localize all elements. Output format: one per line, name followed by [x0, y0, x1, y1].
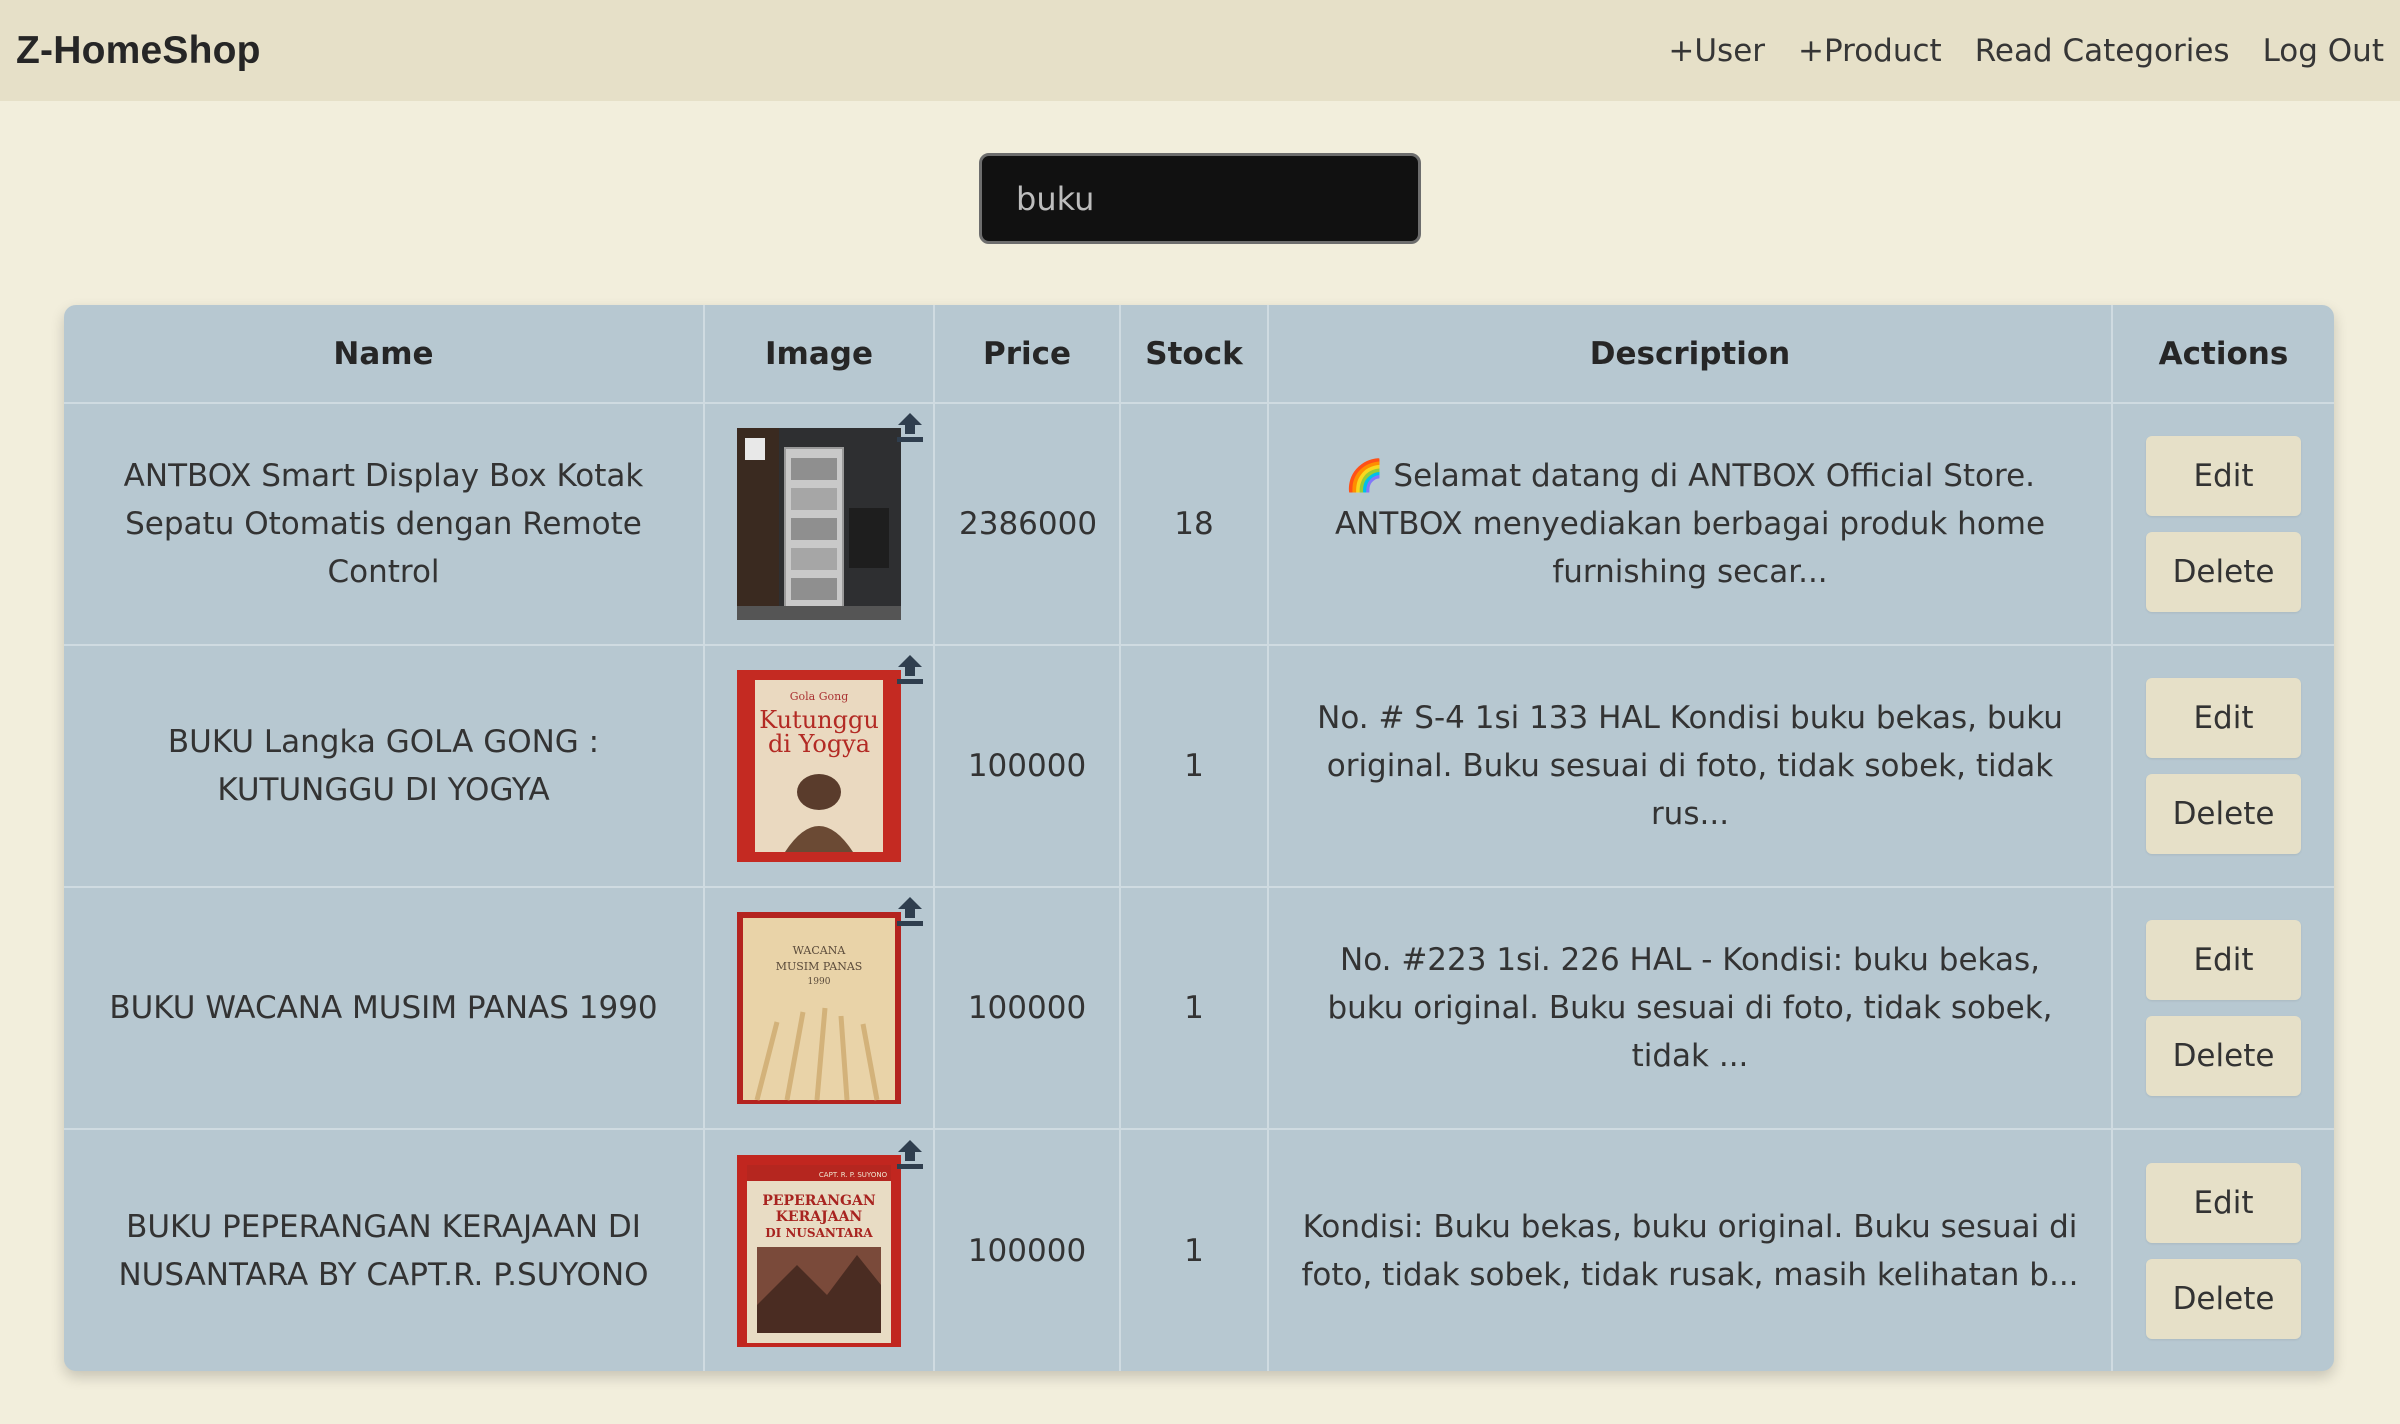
table-header-row: Name Image Price Stock Description Actio… — [64, 305, 2334, 404]
book-author-text: CAPT. R. P. SUYONO — [819, 1171, 888, 1179]
upload-icon[interactable] — [893, 894, 927, 930]
product-image-cell: Gola Gong Kutunggu di Yogya — [703, 644, 935, 888]
book-cover-photo: WACANA MUSIM PANAS 1990 — [737, 912, 901, 1104]
description-text: Kondisi: Buku bekas, buku original. Buku… — [1301, 1208, 2079, 1293]
product-price: 100000 — [933, 886, 1121, 1130]
delete-button[interactable]: Delete — [2146, 774, 2301, 854]
upload-icon[interactable] — [893, 652, 927, 688]
product-image: Gola Gong Kutunggu di Yogya — [737, 655, 923, 862]
edit-button[interactable]: Edit — [2146, 678, 2301, 758]
product-name: BUKU PEPERANGAN KERAJAAN DI NUSANTARA BY… — [64, 1128, 705, 1371]
header-description: Description — [1267, 305, 2113, 404]
product-image — [737, 413, 923, 620]
book-title-line-3: DI NUSANTARA — [765, 1226, 873, 1240]
product-actions: Edit Delete — [2111, 886, 2334, 1130]
product-stock: 1 — [1119, 1128, 1269, 1371]
product-description: No. #223 1si. 226 HAL - Kondisi: buku be… — [1267, 886, 2113, 1130]
product-stock: 1 — [1119, 644, 1269, 888]
header-image: Image — [703, 305, 935, 404]
product-actions: Edit Delete — [2111, 644, 2334, 888]
product-image: CAPT. R. P. SUYONO PEPERANGAN KERAJAAN D… — [737, 1139, 923, 1347]
edit-button[interactable]: Edit — [2146, 1162, 2301, 1243]
product-name: ANTBOX Smart Display Box Kotak Sepatu Ot… — [64, 402, 705, 646]
book-cover-photo: Gola Gong Kutunggu di Yogya — [737, 670, 901, 862]
edit-button[interactable]: Edit — [2146, 436, 2301, 516]
product-price: 2386000 — [933, 402, 1121, 646]
delete-button[interactable]: Delete — [2146, 1016, 2301, 1096]
description-text: 🌈 Selamat datang di ANTBOX Official Stor… — [1334, 458, 2046, 590]
header-actions: Actions — [2111, 305, 2334, 404]
product-name: BUKU WACANA MUSIM PANAS 1990 — [64, 886, 705, 1130]
description-text: No. #223 1si. 226 HAL - Kondisi: buku be… — [1327, 942, 2053, 1074]
products-table-card: Name Image Price Stock Description Actio… — [64, 305, 2334, 1371]
header-price: Price — [933, 305, 1121, 404]
nav-links: +User +Product Read Categories Log Out — [1668, 33, 2384, 69]
book-author-text: Gola Gong — [790, 690, 849, 703]
product-image-cell: CAPT. R. P. SUYONO PEPERANGAN KERAJAAN D… — [703, 1128, 935, 1371]
book-year-text: 1990 — [808, 977, 831, 987]
product-name: BUKU Langka GOLA GONG : KUTUNGGU DI YOGY… — [64, 644, 705, 888]
table-row: BUKU Langka GOLA GONG : KUTUNGGU DI YOGY… — [64, 644, 2334, 888]
book-title-line-1: WACANA — [793, 944, 847, 957]
edit-button[interactable]: Edit — [2146, 920, 2301, 1000]
nav-read-categories-link[interactable]: Read Categories — [1975, 33, 2230, 69]
brand-logo[interactable]: Z-HomeShop — [16, 29, 261, 73]
book-title-line-2: MUSIM PANAS — [776, 960, 863, 973]
book-cover-photo: CAPT. R. P. SUYONO PEPERANGAN KERAJAAN D… — [737, 1154, 901, 1347]
product-image-cell — [703, 402, 935, 646]
table-row: ANTBOX Smart Display Box Kotak Sepatu Ot… — [64, 402, 2334, 646]
upload-icon[interactable] — [893, 410, 927, 446]
nav-logout-link[interactable]: Log Out — [2263, 33, 2384, 69]
table-row: BUKU WACANA MUSIM PANAS 1990 WACANA MUSI… — [64, 886, 2334, 1130]
product-image: WACANA MUSIM PANAS 1990 — [737, 897, 923, 1104]
product-stock: 18 — [1119, 402, 1269, 646]
delete-button[interactable]: Delete — [2146, 532, 2301, 612]
delete-button[interactable]: Delete — [2146, 1258, 2301, 1339]
product-actions: Edit Delete — [2111, 402, 2334, 646]
products-table: Name Image Price Stock Description Actio… — [64, 305, 2334, 1371]
product-stock: 1 — [1119, 886, 1269, 1130]
header-name: Name — [64, 305, 705, 404]
product-description: Kondisi: Buku bekas, buku original. Buku… — [1267, 1128, 2113, 1371]
book-title-line-2: di Yogya — [768, 730, 870, 758]
upload-icon[interactable] — [893, 1137, 927, 1173]
navbar: Z-HomeShop +User +Product Read Categorie… — [0, 0, 2400, 101]
product-description: 🌈 Selamat datang di ANTBOX Official Stor… — [1267, 402, 2113, 646]
product-image-cell: WACANA MUSIM PANAS 1990 — [703, 886, 935, 1130]
header-stock: Stock — [1119, 305, 1269, 404]
table-row: BUKU PEPERANGAN KERAJAAN DI NUSANTARA BY… — [64, 1128, 2334, 1371]
nav-add-user-link[interactable]: +User — [1668, 33, 1765, 69]
product-actions: Edit Delete — [2111, 1128, 2334, 1371]
product-description: No. # S-4 1si 133 HAL Kondisi buku bekas… — [1267, 644, 2113, 888]
book-title-line-1: PEPERANGAN — [762, 1193, 876, 1209]
search-input[interactable] — [979, 153, 1421, 244]
search-container — [0, 153, 2400, 244]
nav-add-product-link[interactable]: +Product — [1798, 33, 1942, 69]
product-price: 100000 — [933, 644, 1121, 888]
book-title-line-2: KERAJAAN — [776, 1209, 863, 1225]
product-price: 100000 — [933, 1128, 1121, 1371]
shoe-display-cabinet-photo — [737, 428, 901, 620]
description-text: No. # S-4 1si 133 HAL Kondisi buku bekas… — [1317, 700, 2063, 832]
